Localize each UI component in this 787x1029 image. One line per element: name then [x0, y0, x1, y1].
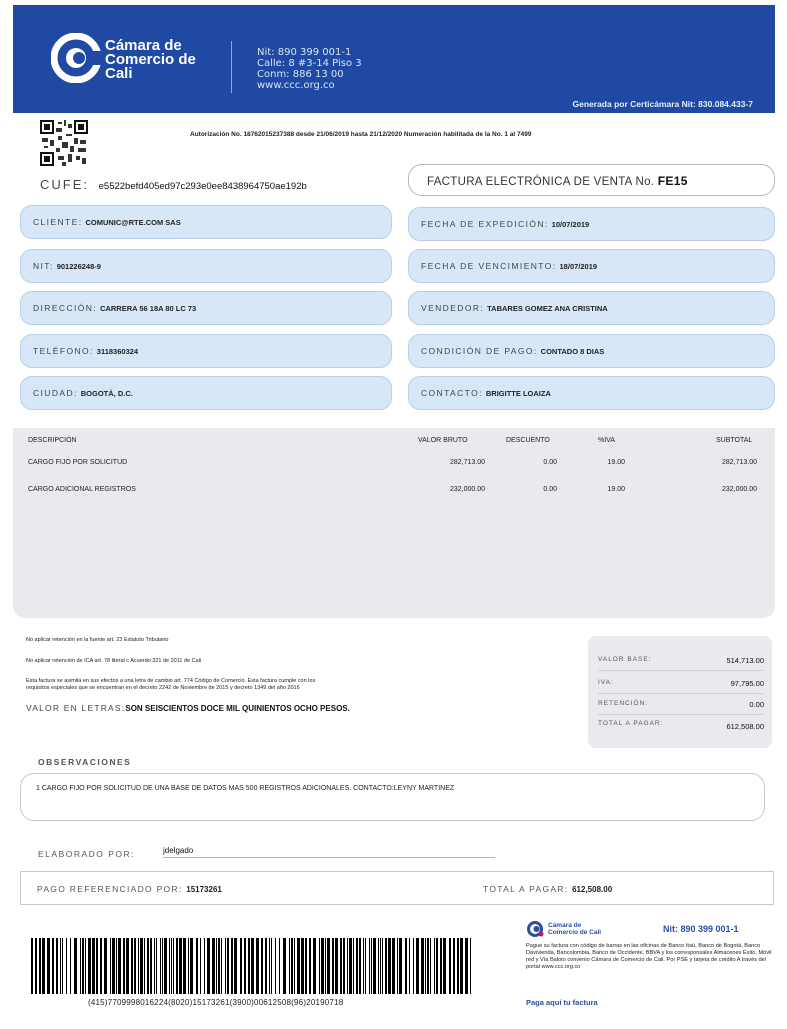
condicion-pago-value: CONTADO 8 DIAS [540, 347, 605, 356]
invoice-header: Cámara de Comercio de Cali Nit: 890 399 … [13, 5, 775, 113]
header-divider [231, 41, 232, 93]
note-retencion-fuente: No aplicar retención en la fuente art. 2… [26, 637, 169, 643]
field-cliente: CLIENTE: COMUNIC@RTE.COM SAS [20, 205, 392, 239]
payment-total: TOTAL A PAGAR: 612,508.00 [483, 884, 613, 894]
payment-instructions: Pague su factura con código de barras en… [526, 943, 772, 970]
items-table: DESCRIPCIÓN VALOR BRUTO DESCUENTO %IVA S… [13, 428, 775, 618]
total-iva: IVA: 97,795.00 [598, 679, 764, 694]
col-descripcion: DESCRIPCIÓN [28, 437, 77, 444]
invoice-title: FACTURA ELECTRÓNICA DE VENTA No. FE15 [408, 164, 775, 196]
field-fecha-expedicion: FECHA DE EXPEDICIÓN: 10/07/2019 [408, 207, 775, 241]
payment-barcode-icon [31, 938, 471, 994]
field-condicion-pago: CONDICIÓN DE PAGO: CONTADO 8 DIAS [408, 334, 775, 368]
total-a-pagar: TOTAL A PAGAR: 612,508.00 [598, 720, 764, 731]
telefono-value: 3118360324 [96, 347, 139, 356]
vendedor-value: TABARES GOMEZ ANA CRISTINA [487, 304, 608, 313]
field-nit: NIT: 901226248-9 [20, 249, 392, 283]
field-fecha-vencimiento: FECHA DE VENCIMIENTO: 18/07/2019 [408, 249, 775, 283]
direccion-value: CARRERA 56 18A 80 LC 73 [100, 304, 197, 313]
note-letra-cambio: Esta factura se asimila en sus efectos a… [26, 678, 316, 691]
bottom-brand: Cámara de Comercio de Cali [548, 922, 602, 936]
total-valor-base: VALOR BASE: 514,713.00 [598, 656, 764, 671]
header-phone: Conm: 886 13 00 [257, 69, 344, 80]
field-telefono: TELÉFONO: 3118360324 [20, 334, 392, 368]
ciudad-value: BOGOTÁ, D.C. [80, 389, 133, 398]
field-direccion: DIRECCIÓN: CARRERA 56 18A 80 LC 73 [20, 291, 392, 325]
cliente-value: COMUNIC@RTE.COM SAS [85, 218, 181, 227]
fecha-vencimiento-value: 18/07/2019 [559, 262, 598, 271]
value-in-letters: VALOR EN LETRAS:SON SEISCIENTOS DOCE MIL… [26, 703, 350, 713]
generated-by: Generada por Certicámara Nit: 830.084.43… [572, 99, 753, 109]
observaciones-title: OBSERVACIONES [38, 757, 132, 767]
header-web: www.ccc.org.co [257, 80, 335, 91]
total-retencion: RETENCIÓN: 0.00 [598, 700, 764, 715]
pay-here-link[interactable]: Paga aquí tu factura [526, 998, 598, 1007]
invoice-title-label: FACTURA ELECTRÓNICA DE VENTA No. [427, 176, 655, 188]
cufe-value: e5522befd405ed97c293e0ee8438964750ae192b [98, 181, 307, 192]
invoice-number: FE15 [657, 174, 688, 188]
barcode-text: (415)7709998016224(8020)15173261(3900)00… [88, 998, 344, 1007]
field-contacto: CONTACTO: BRIGITTE LOAIZA [408, 376, 775, 410]
bottom-nit: Nit: 890 399 001-1 [663, 924, 739, 934]
signature-line [163, 857, 495, 858]
observaciones-text: 1 CARGO FIJO POR SOLICITUD DE UNA BASE D… [20, 773, 765, 821]
cufe-label: CUFE: [40, 177, 89, 192]
col-valor-bruto: VALOR BRUTO [418, 437, 468, 444]
header-address: Calle: 8 #3-14 Piso 3 [257, 58, 362, 69]
brand-name: Cámara de Comercio de Cali [105, 37, 196, 82]
payment-reference: PAGO REFERENCIADO POR: 15173261 TOTAL A … [20, 871, 774, 905]
totals-box: VALOR BASE: 514,713.00 IVA: 97,795.00 RE… [588, 636, 772, 748]
authorization-text: Autorización No. 18762015237388 desde 21… [190, 131, 532, 138]
col-subtotal: SUBTOTAL [716, 437, 753, 444]
contacto-value: BRIGITTE LOAIZA [485, 389, 551, 398]
value-in-letters-value: SON SEISCIENTOS DOCE MIL QUINIENTOS OCHO… [125, 704, 350, 713]
header-nit: Nit: 890 399 001-1 [257, 47, 352, 58]
cufe: CUFE: e5522befd405ed97c293e0ee8438964750… [40, 177, 307, 192]
chamber-logo-icon [51, 33, 101, 83]
elaborado-label: ELABORADO POR: [38, 849, 136, 859]
payment-reference-value: 15173261 [186, 885, 222, 894]
fecha-expedicion-value: 10/07/2019 [551, 220, 590, 229]
header-contact-info: Nit: 890 399 001-1 Calle: 8 #3-14 Piso 3… [257, 47, 362, 91]
chamber-logo-small-icon [527, 921, 544, 937]
note-retencion-ica: No aplicar retención de ICA art. 78 lite… [26, 658, 202, 664]
col-descuento: DESCUENTO [506, 437, 550, 444]
nit-value: 901226248-9 [56, 262, 101, 271]
qr-code-icon [40, 120, 88, 166]
col-iva: %IVA [598, 437, 615, 444]
field-vendedor: VENDEDOR: TABARES GOMEZ ANA CRISTINA [408, 291, 775, 325]
elaborado-value: jdelgado [163, 846, 194, 855]
field-ciudad: CIUDAD: BOGOTÁ, D.C. [20, 376, 392, 410]
